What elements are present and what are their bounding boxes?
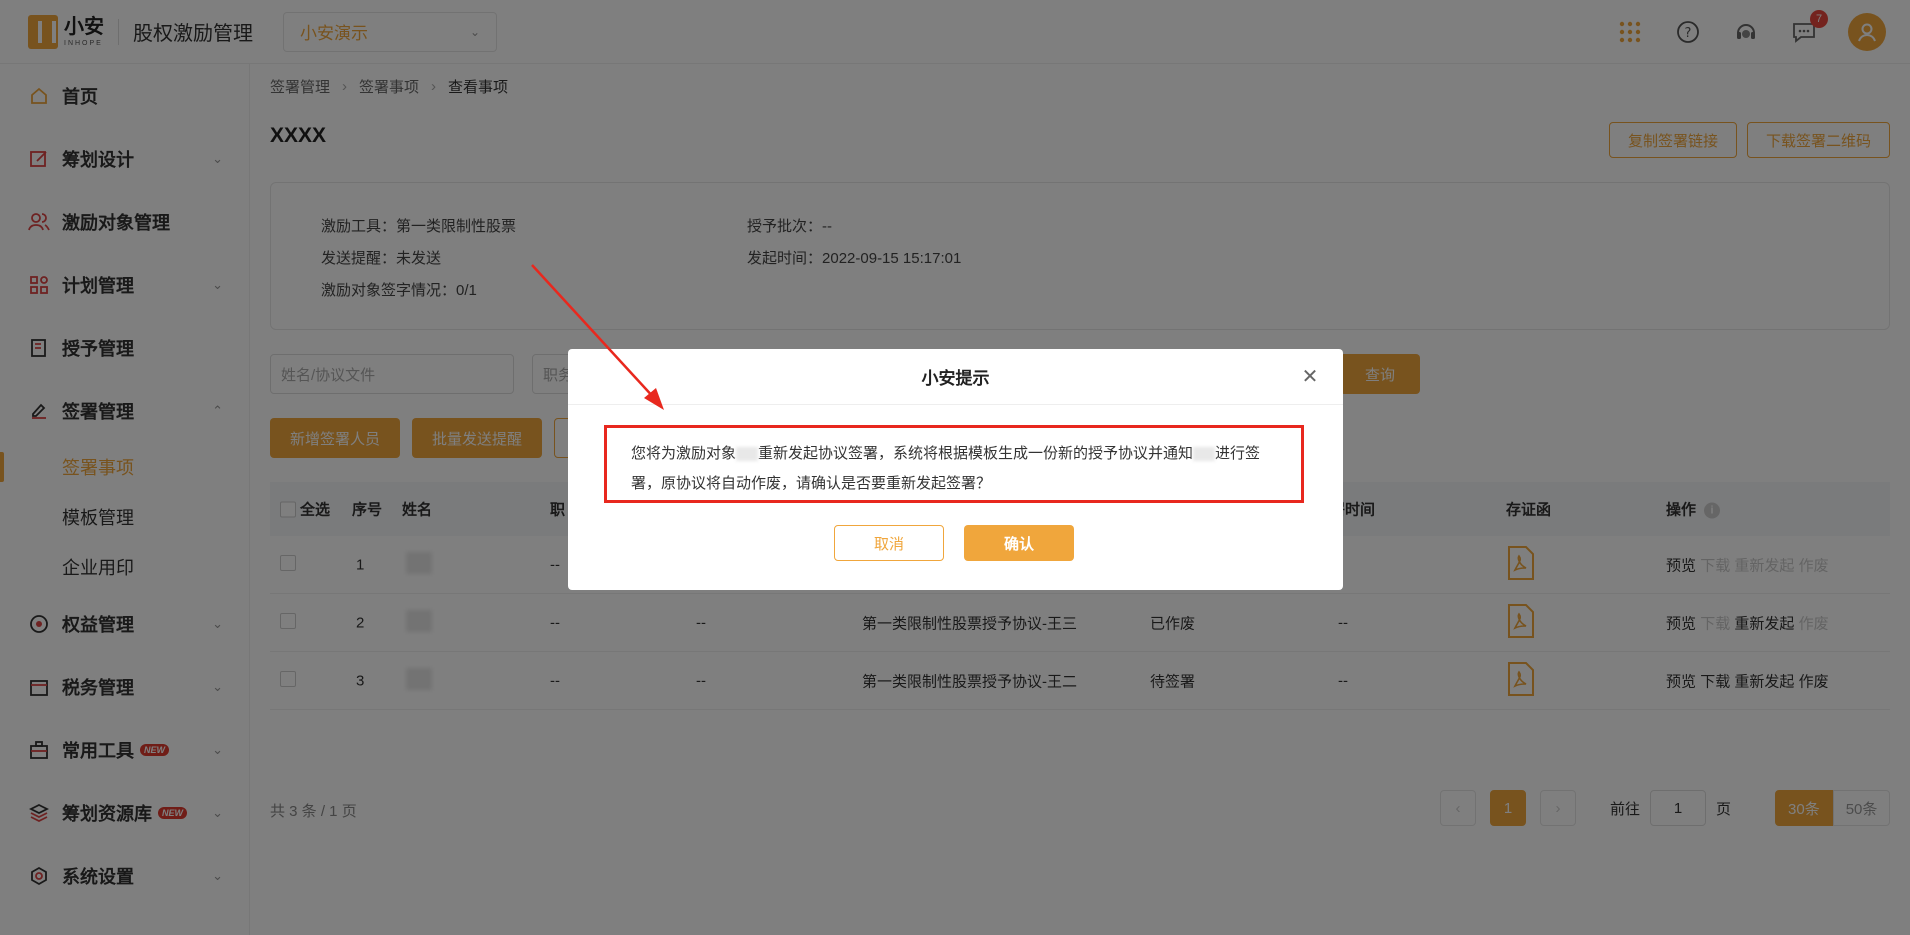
dialog-message: 您将为激励对象 重新发起协议签署，系统将根据模板生成一份新的授予协议并通知 进行签署… [604, 425, 1304, 503]
dialog-message-part: 重新发起协议签署，系统将根据模板生成一份新的授予协议并通知 [758, 445, 1194, 462]
dialog-title: 小安提示 [921, 369, 990, 388]
confirm-dialog: 小安提示 ✕ 您将为激励对象 重新发起协议签署，系统将根据模板生成一份新的授予协议… [568, 349, 1343, 590]
confirm-button[interactable]: 确认 [964, 525, 1074, 561]
close-icon[interactable]: ✕ [1299, 365, 1321, 388]
dialog-message-part: 您将为激励对象 [631, 445, 737, 462]
redacted-name [736, 447, 759, 462]
cancel-button[interactable]: 取消 [834, 525, 944, 561]
redacted-name [1193, 447, 1216, 462]
